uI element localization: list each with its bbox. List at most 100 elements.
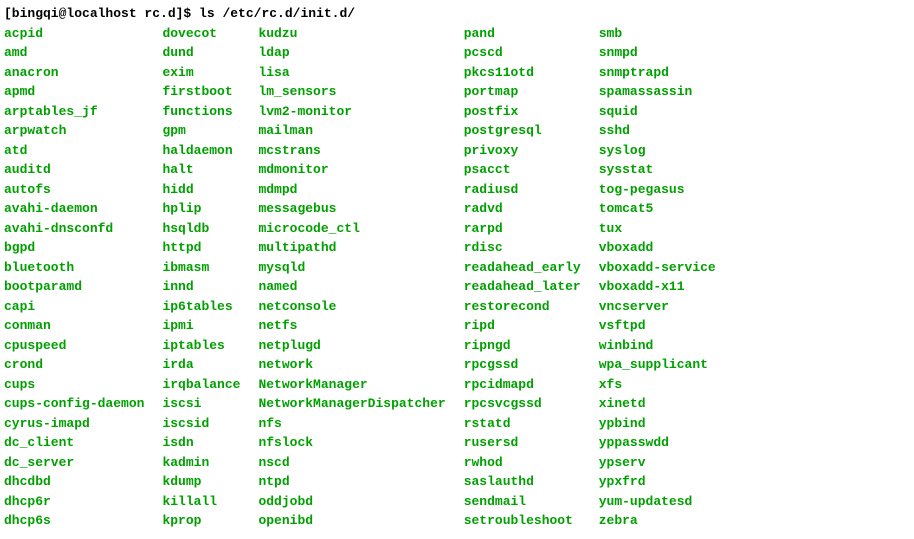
file-entry: radiusd — [464, 180, 581, 200]
file-entry: ypxfrd — [599, 472, 716, 492]
file-entry: dund — [162, 43, 240, 63]
file-entry: netplugd — [258, 336, 445, 356]
listing-column: acpidamdanacronapmdarptables_jfarpwatcha… — [4, 24, 144, 531]
file-entry: gpm — [162, 121, 240, 141]
prompt-prefix: [bingqi@localhost rc.d]$ — [4, 6, 199, 21]
file-entry: bluetooth — [4, 258, 144, 278]
file-entry: nfs — [258, 414, 445, 434]
file-entry: lisa — [258, 63, 445, 83]
file-entry: snmpd — [599, 43, 716, 63]
file-entry: kdump — [162, 472, 240, 492]
file-entry: syslog — [599, 141, 716, 161]
file-entry: tog-pegasus — [599, 180, 716, 200]
file-entry: rpcsvcgssd — [464, 394, 581, 414]
file-entry: arpwatch — [4, 121, 144, 141]
file-entry: exim — [162, 63, 240, 83]
file-entry: autofs — [4, 180, 144, 200]
file-entry: bgpd — [4, 238, 144, 258]
file-entry: NetworkManagerDispatcher — [258, 394, 445, 414]
file-entry: cpuspeed — [4, 336, 144, 356]
file-entry: firstboot — [162, 82, 240, 102]
file-entry: setroubleshoot — [464, 511, 581, 531]
file-entry: postgresql — [464, 121, 581, 141]
file-entry: mailman — [258, 121, 445, 141]
file-entry: ypbind — [599, 414, 716, 434]
file-entry: vboxadd — [599, 238, 716, 258]
file-entry: zebra — [599, 511, 716, 531]
file-entry: ibmasm — [162, 258, 240, 278]
file-entry: atd — [4, 141, 144, 161]
file-entry: mdmonitor — [258, 160, 445, 180]
file-entry: hsqldb — [162, 219, 240, 239]
file-entry: rdisc — [464, 238, 581, 258]
file-entry: wpa_supplicant — [599, 355, 716, 375]
file-entry: amd — [4, 43, 144, 63]
file-entry: ldap — [258, 43, 445, 63]
file-entry: mysqld — [258, 258, 445, 278]
listing-column: kudzuldaplisalm_sensorslvm2-monitormailm… — [258, 24, 445, 531]
file-entry: anacron — [4, 63, 144, 83]
file-entry: haldaemon — [162, 141, 240, 161]
file-entry: dhcdbd — [4, 472, 144, 492]
file-entry: hplip — [162, 199, 240, 219]
prompt-command: ls /etc/rc.d/init.d/ — [199, 6, 355, 21]
file-entry: network — [258, 355, 445, 375]
file-entry: capi — [4, 297, 144, 317]
file-entry: bootparamd — [4, 277, 144, 297]
file-entry: sendmail — [464, 492, 581, 512]
file-entry: spamassassin — [599, 82, 716, 102]
file-entry: kadmin — [162, 453, 240, 473]
file-entry: iptables — [162, 336, 240, 356]
file-entry: ypserv — [599, 453, 716, 473]
file-entry: lvm2-monitor — [258, 102, 445, 122]
file-entry: dhcp6r — [4, 492, 144, 512]
file-entry: NetworkManager — [258, 375, 445, 395]
file-entry: kprop — [162, 511, 240, 531]
file-entry: ripngd — [464, 336, 581, 356]
file-entry: sshd — [599, 121, 716, 141]
file-entry: mcstrans — [258, 141, 445, 161]
file-entry: rpcidmapd — [464, 375, 581, 395]
file-entry: ripd — [464, 316, 581, 336]
file-entry: halt — [162, 160, 240, 180]
file-entry: winbind — [599, 336, 716, 356]
file-entry: hidd — [162, 180, 240, 200]
file-entry: vboxadd-x11 — [599, 277, 716, 297]
file-entry: privoxy — [464, 141, 581, 161]
file-entry: isdn — [162, 433, 240, 453]
file-entry: kudzu — [258, 24, 445, 44]
file-entry: dovecot — [162, 24, 240, 44]
file-entry: avahi-daemon — [4, 199, 144, 219]
file-entry: nfslock — [258, 433, 445, 453]
file-entry: rpcgssd — [464, 355, 581, 375]
file-entry: vncserver — [599, 297, 716, 317]
file-entry: yum-updatesd — [599, 492, 716, 512]
file-entry: apmd — [4, 82, 144, 102]
file-entry: dhcp6s — [4, 511, 144, 531]
file-entry: restorecond — [464, 297, 581, 317]
file-entry: avahi-dnsconfd — [4, 219, 144, 239]
file-entry: lm_sensors — [258, 82, 445, 102]
file-entry: pcscd — [464, 43, 581, 63]
file-entry: functions — [162, 102, 240, 122]
file-entry: openibd — [258, 511, 445, 531]
file-entry: radvd — [464, 199, 581, 219]
file-entry: psacct — [464, 160, 581, 180]
terminal-prompt: [bingqi@localhost rc.d]$ ls /etc/rc.d/in… — [4, 4, 910, 24]
file-entry: postfix — [464, 102, 581, 122]
file-entry: xinetd — [599, 394, 716, 414]
file-entry: rusersd — [464, 433, 581, 453]
file-entry: sysstat — [599, 160, 716, 180]
file-entry: iscsi — [162, 394, 240, 414]
file-entry: innd — [162, 277, 240, 297]
file-entry: httpd — [162, 238, 240, 258]
file-entry: vboxadd-service — [599, 258, 716, 278]
file-entry: vsftpd — [599, 316, 716, 336]
file-entry: microcode_ctl — [258, 219, 445, 239]
file-entry: crond — [4, 355, 144, 375]
file-entry: multipathd — [258, 238, 445, 258]
file-entry: pkcs11otd — [464, 63, 581, 83]
file-entry: snmptrapd — [599, 63, 716, 83]
file-entry: killall — [162, 492, 240, 512]
file-entry: messagebus — [258, 199, 445, 219]
